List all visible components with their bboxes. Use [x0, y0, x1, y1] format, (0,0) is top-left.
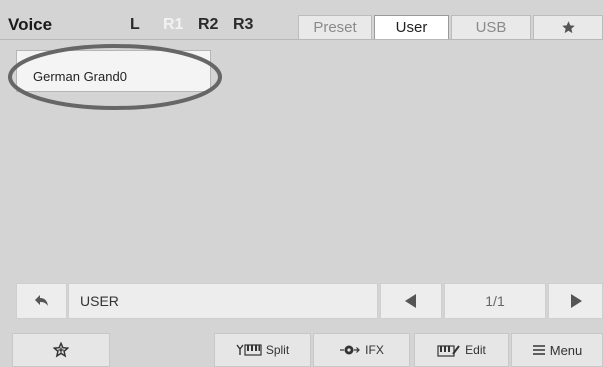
menu-button[interactable]: Menu [511, 333, 603, 367]
split-label: Split [265, 343, 290, 357]
part-r3-button[interactable]: R3 [233, 16, 253, 34]
add-favorite-button[interactable] [12, 333, 110, 367]
edit-keyboard-icon [437, 344, 461, 357]
hamburger-icon [532, 344, 546, 356]
part-r1-button[interactable]: R1 [163, 16, 183, 34]
tab-usb[interactable]: USB [451, 15, 531, 39]
triangle-right-icon [570, 294, 582, 308]
next-page-button[interactable] [548, 283, 603, 319]
part-r2-button[interactable]: R2 [198, 16, 218, 34]
voice-screen: Voice L R1 R2 R3 Preset User USB German … [0, 0, 603, 367]
tab-user[interactable]: User [374, 15, 449, 39]
ifx-button[interactable]: IFX [313, 333, 410, 367]
split-keyboard-icon [236, 344, 262, 356]
highlight-ellipse [8, 44, 222, 110]
split-button[interactable]: Split [214, 333, 311, 367]
triangle-left-icon [405, 294, 417, 308]
location-label: USER [68, 283, 378, 319]
back-button[interactable] [16, 283, 67, 319]
tab-preset[interactable]: Preset [298, 15, 372, 39]
tab-favorites[interactable] [533, 15, 603, 39]
ifx-label: IFX [365, 343, 384, 357]
star-outline-icon [53, 342, 69, 358]
page-indicator: 1/1 [444, 283, 546, 319]
menu-label: Menu [549, 342, 583, 358]
page-title: Voice [8, 15, 53, 34]
edit-label: Edit [465, 343, 486, 357]
previous-page-button[interactable] [380, 283, 442, 319]
star-icon [561, 20, 576, 35]
header-divider [0, 39, 603, 40]
effect-knob-icon [339, 344, 361, 356]
edit-button[interactable]: Edit [414, 333, 509, 367]
header: Voice L R1 R2 R3 Preset User USB [0, 0, 603, 40]
location-text: USER [80, 293, 119, 309]
part-l-button[interactable]: L [130, 16, 140, 34]
back-arrow-icon [34, 294, 50, 308]
